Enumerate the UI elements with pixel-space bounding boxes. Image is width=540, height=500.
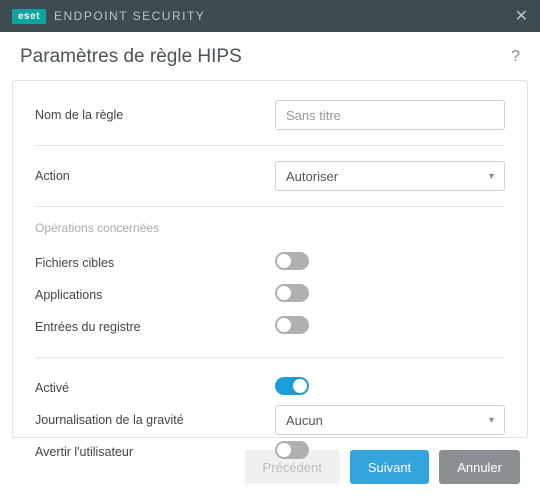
rule-name-row: Nom de la règle — [35, 99, 505, 131]
applications-toggle[interactable] — [275, 284, 309, 302]
chevron-down-icon: ▾ — [489, 171, 494, 182]
cancel-button[interactable]: Annuler — [439, 450, 520, 484]
action-select[interactable]: Autoriser ▾ — [275, 161, 505, 191]
registry-row: Entrées du registre — [35, 311, 505, 343]
page-title: Paramètres de règle HIPS — [20, 46, 242, 68]
target-files-toggle[interactable] — [275, 252, 309, 270]
target-files-row: Fichiers cibles — [35, 247, 505, 279]
enabled-label: Activé — [35, 381, 275, 395]
divider — [35, 145, 505, 146]
action-label: Action — [35, 169, 275, 183]
divider — [35, 206, 505, 207]
registry-toggle[interactable] — [275, 316, 309, 334]
severity-row: Journalisation de la gravité Aucun ▾ — [35, 404, 505, 436]
chevron-down-icon: ▾ — [489, 415, 494, 426]
notify-toggle[interactable] — [275, 441, 309, 459]
settings-panel: Nom de la règle Action Autoriser ▾ Opéra… — [12, 80, 528, 438]
enabled-row: Activé — [35, 372, 505, 404]
action-value: Autoriser — [286, 169, 338, 184]
operations-section-label: Opérations concernées — [35, 221, 505, 235]
rule-name-input[interactable] — [275, 100, 505, 130]
next-button[interactable]: Suivant — [350, 450, 429, 484]
title-bar: Paramètres de règle HIPS ? — [0, 32, 540, 80]
close-icon[interactable]: ✕ — [515, 6, 528, 26]
divider — [35, 357, 505, 358]
notify-label: Avertir l'utilisateur — [35, 445, 275, 459]
rule-name-label: Nom de la règle — [35, 108, 275, 122]
registry-label: Entrées du registre — [35, 320, 275, 334]
applications-label: Applications — [35, 288, 275, 302]
severity-select[interactable]: Aucun ▾ — [275, 405, 505, 435]
enabled-toggle[interactable] — [275, 377, 309, 395]
window-header: eset ENDPOINT SECURITY ✕ — [0, 0, 540, 32]
severity-value: Aucun — [286, 413, 323, 428]
applications-row: Applications — [35, 279, 505, 311]
severity-label: Journalisation de la gravité — [35, 413, 275, 427]
target-files-label: Fichiers cibles — [35, 256, 275, 270]
brand-logo: eset — [12, 9, 46, 24]
help-icon[interactable]: ? — [511, 48, 520, 66]
action-row: Action Autoriser ▾ — [35, 160, 505, 192]
product-name: ENDPOINT SECURITY — [54, 9, 205, 23]
